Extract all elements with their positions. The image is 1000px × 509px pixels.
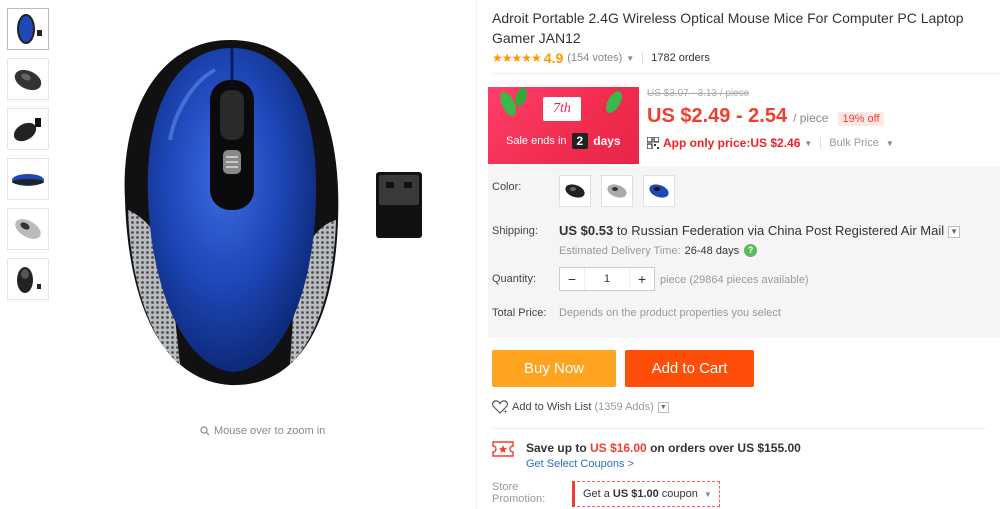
color-option-black[interactable] <box>559 175 591 207</box>
delivery-days: 26-48 days <box>684 244 740 257</box>
thumbnail-black-mouse[interactable] <box>7 58 49 100</box>
promo-box: 7th Sale ends in 2 days US $3.07 - 3.13 … <box>488 87 1000 164</box>
orders-count: 1782 orders <box>651 52 710 64</box>
zoom-hint-text: Mouse over to zoom in <box>214 425 326 437</box>
divider <box>492 73 1000 74</box>
coupon-icon <box>492 441 514 457</box>
qr-code-icon <box>647 137 659 149</box>
wish-list-label: Add to Wish List <box>512 401 592 413</box>
app-only-price[interactable]: App only price:US $2.46 <box>663 136 800 150</box>
chevron-down-icon[interactable]: ▼ <box>657 401 669 413</box>
shipping-cost: US $0.53 <box>559 223 614 238</box>
main-product-image[interactable] <box>100 20 460 400</box>
anniversary-badge: 7th <box>543 97 581 121</box>
store-coupon-button[interactable]: Get a US $1.00 coupon ▼ <box>572 481 720 507</box>
add-to-wish-list[interactable]: + Add to Wish List (1359 Adds) ▼ <box>492 400 669 414</box>
days-word: days <box>593 134 621 148</box>
save-amount: US $16.00 <box>590 441 647 455</box>
magnifier-icon <box>200 426 210 436</box>
column-divider <box>476 0 477 509</box>
divider <box>492 428 986 429</box>
star-rating-icon: ★★★★★ <box>492 51 542 65</box>
store-coupon-amount: US $1.00 <box>612 488 659 500</box>
zoom-hint: Mouse over to zoom in <box>200 425 325 437</box>
rating-value: 4.9 <box>543 50 564 66</box>
product-properties: Color: Shipping: US $0.53 to Russian Fed… <box>488 166 1000 338</box>
color-label: Color: <box>492 181 522 193</box>
product-title: Adroit Portable 2.4G Wireless Optical Mo… <box>492 10 964 46</box>
discount-badge: 19% off <box>838 112 884 126</box>
thumbnail-list <box>7 8 49 308</box>
price-block: US $3.07 - 3.13 / piece US $2.49 - 2.54 … <box>647 87 894 150</box>
minus-icon[interactable]: − <box>560 268 584 290</box>
buy-now-button[interactable]: Buy Now <box>492 350 616 387</box>
chevron-down-icon[interactable]: ▼ <box>626 54 634 63</box>
bulk-price-link[interactable]: Bulk Price ▼ <box>820 137 894 149</box>
wish-list-count: (1359 Adds) <box>594 401 654 413</box>
quantity-label: Quantity: <box>492 273 537 285</box>
coupon-offer: Save up to US $16.00 on orders over US $… <box>492 441 801 470</box>
save-prefix: Save up to <box>526 441 591 455</box>
sale-ends-label: Sale ends in <box>506 135 567 147</box>
total-price-label: Total Price: <box>492 307 547 319</box>
thumbnail-silver-mouse[interactable] <box>7 208 49 250</box>
chevron-down-icon[interactable]: ▼ <box>804 139 812 148</box>
store-promotion-label: Store Promotion: <box>492 481 545 505</box>
current-price: US $2.49 - 2.54 <box>647 105 788 127</box>
store-coupon-prefix: Get a <box>583 488 610 500</box>
chevron-down-icon: ▼ <box>885 139 894 148</box>
shipping-destination: to Russian Federation via China Post Reg… <box>613 223 945 238</box>
divider <box>642 52 644 64</box>
delivery-label: Estimated Delivery Time: <box>559 244 681 257</box>
color-option-blue[interactable] <box>643 175 675 207</box>
store-label-line2: Promotion: <box>492 493 546 505</box>
rating-row: ★★★★★ 4.9 (154 votes) ▼ 1782 orders <box>492 50 710 66</box>
chevron-down-icon[interactable]: ▼ <box>948 225 961 238</box>
bulk-price-label: Bulk Price <box>829 137 879 149</box>
delivery-time: Estimated Delivery Time: 26-48 days ? <box>559 244 758 257</box>
help-icon[interactable]: ? <box>744 244 758 257</box>
votes-link[interactable]: (154 votes) <box>567 52 622 64</box>
chevron-down-icon: ▼ <box>703 489 712 499</box>
quantity-input[interactable] <box>584 268 630 290</box>
total-price-value: Depends on the product properties you se… <box>559 307 781 319</box>
thumbnail-black-mouse-receiver[interactable] <box>7 108 49 150</box>
save-suffix: on orders over US $155.00 <box>646 441 801 455</box>
sale-countdown: Sale ends in 2 days <box>506 133 621 149</box>
shipping-info: US $0.53 to Russian Federation via China… <box>559 223 961 238</box>
days-remaining: 2 <box>571 133 589 149</box>
heart-icon: + <box>492 400 508 414</box>
thumbnail-blue-mouse-side[interactable] <box>7 158 49 200</box>
add-to-cart-button[interactable]: Add to Cart <box>625 350 754 387</box>
thumbnail-black-mouse-top[interactable] <box>7 258 49 300</box>
get-select-coupons-link[interactable]: Get Select Coupons > <box>526 458 801 470</box>
save-text: Save up to US $16.00 on orders over US $… <box>526 441 801 455</box>
thumbnail-blue-mouse[interactable] <box>7 8 49 50</box>
store-label-line1: Store <box>492 481 519 493</box>
original-price: US $3.07 - 3.13 / piece <box>647 88 750 99</box>
color-option-silver[interactable] <box>601 175 633 207</box>
sale-banner: 7th Sale ends in 2 days <box>488 87 639 164</box>
plus-icon[interactable]: + <box>630 268 654 290</box>
per-piece-label: / piece <box>793 111 829 125</box>
quantity-available: piece (29864 pieces available) <box>660 274 809 286</box>
app-price-row: App only price:US $2.46 ▼ Bulk Price ▼ <box>647 136 894 150</box>
store-coupon-suffix: coupon <box>661 488 698 500</box>
svg-text:+: + <box>503 407 508 414</box>
quantity-stepper: − + <box>559 267 655 291</box>
current-price-row: US $2.49 - 2.54 / piece 19% off <box>647 105 894 128</box>
shipping-label: Shipping: <box>492 225 538 237</box>
